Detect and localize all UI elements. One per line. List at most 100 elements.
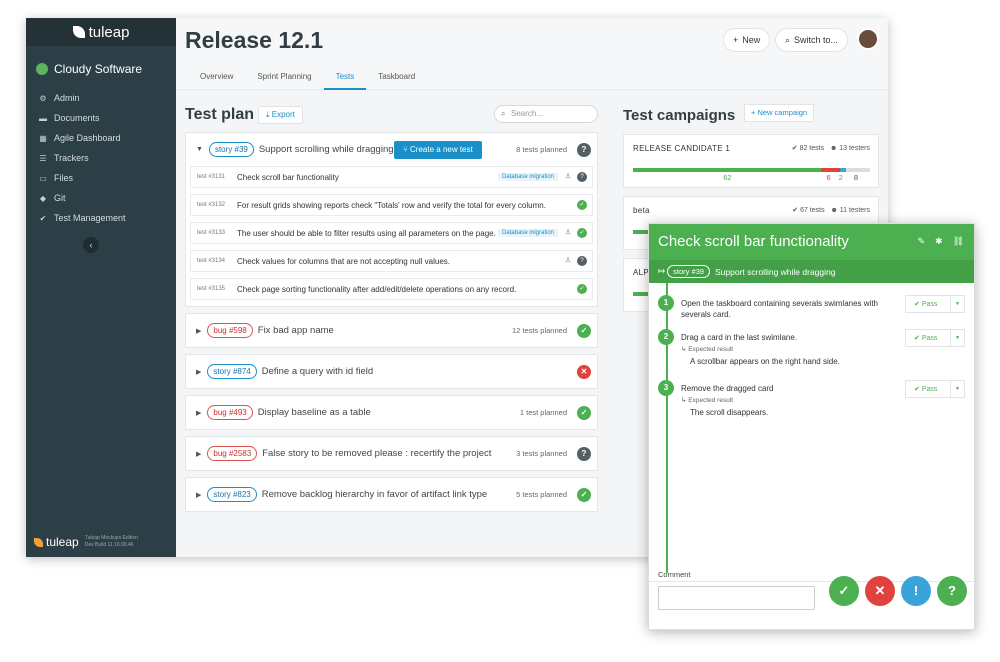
step-description: Drag a card in the last swimlane. [681, 333, 798, 342]
check-icon: ✔ [791, 145, 800, 152]
test-id: test #3132 [197, 202, 226, 208]
backlog-item-header[interactable]: ▼ story #39 Support scrolling while drag… [186, 133, 597, 166]
tab-sprint-planning[interactable]: Sprint Planning [245, 68, 323, 90]
panel-header: Check scroll bar functionality ✎ ✱ ⛓ [649, 224, 974, 260]
sidebar-item-admin[interactable]: ⚙ Admin [26, 88, 176, 108]
status-pass-icon: ✓ [577, 200, 587, 210]
item-badge[interactable]: story #874 [207, 364, 257, 379]
bug-icon[interactable]: ✱ [935, 236, 943, 247]
new-campaign-button[interactable]: + New campaign [744, 104, 815, 122]
project-name[interactable]: Cloudy Software [26, 46, 176, 84]
caret-right-icon[interactable]: ▶ [196, 491, 201, 499]
backlog-item-header[interactable]: ▶ story #823 Remove backlog hierarchy in… [186, 478, 597, 511]
test-row[interactable]: test #3133 The user should be able to fi… [190, 222, 593, 244]
sidebar-item-label: Git [54, 193, 66, 203]
tab-tests[interactable]: Tests [323, 68, 367, 90]
link-icon[interactable]: ⛓ [953, 236, 964, 247]
sidebar-menu: ⚙ Admin ▬ Documents ▦ Agile Dashboard ☰ Trac… [26, 84, 176, 228]
status-pass-icon: ✓ [577, 228, 587, 238]
sidebar-item-label: Trackers [54, 153, 89, 163]
sidebar-item-trackers[interactable]: ☰ Trackers [26, 148, 176, 168]
sidebar-item-test-management[interactable]: ✔ Test Management [26, 208, 176, 228]
caret-right-icon[interactable]: ▶ [196, 368, 201, 376]
caret-right-icon[interactable]: ▶ [196, 450, 201, 458]
tab-overview[interactable]: Overview [188, 68, 245, 90]
caret-down-icon[interactable]: ▼ [950, 330, 964, 346]
item-badge[interactable]: bug #2583 [207, 446, 258, 461]
pass-label: ✔ Pass [906, 385, 950, 393]
step-pass-button[interactable]: ✔ Pass ▼ [905, 329, 965, 347]
steps-timeline [666, 283, 668, 573]
sidebar-logo[interactable]: tuleap [26, 18, 176, 46]
status-pass-icon: ✓ [577, 323, 591, 338]
sidebar-item-agile-dashboard[interactable]: ▦ Agile Dashboard [26, 128, 176, 148]
branch-icon: ⑂ [403, 145, 411, 154]
export-button[interactable]: ⤓ Export [258, 106, 303, 124]
caret-right-icon[interactable]: ▶ [196, 327, 201, 335]
item-badge[interactable]: bug #493 [207, 405, 253, 420]
step-number: 2 [658, 329, 674, 345]
step-pass-button[interactable]: ✔ Pass ▼ [905, 380, 965, 398]
panel-story-link[interactable]: ↦ story #39 Support scrolling while drag… [649, 260, 974, 283]
backlog-item-header[interactable]: ▶ bug #493 Display baseline as a table 1… [186, 396, 597, 429]
arrow-icon: ↦ [658, 266, 666, 276]
campaign-tests: 67 tests [800, 207, 825, 214]
caret-down-icon[interactable]: ▼ [950, 296, 964, 312]
step-pass-button[interactable]: ✔ Pass ▼ [905, 295, 965, 313]
item-badge[interactable]: bug #598 [207, 323, 253, 338]
backlog-item-card[interactable]: ▶ story #823 Remove backlog hierarchy in… [185, 477, 598, 512]
test-plan-section: Test plan ⤓ Export ⌕ Search... ▼ story #3… [185, 104, 598, 518]
test-row[interactable]: test #3135 Check page sorting functional… [190, 278, 593, 300]
footer-logo-text: tuleap [46, 535, 79, 549]
test-id: test #3131 [197, 174, 226, 180]
backlog-item-card[interactable]: ▶ bug #2583 False story to be removed pl… [185, 436, 598, 471]
backlog-item-header[interactable]: ▶ bug #598 Fix bad app name 12 tests pla… [186, 314, 597, 347]
pencil-icon[interactable]: ✎ [917, 236, 925, 247]
folder-icon: ▬ [39, 113, 47, 123]
page-title: Release 12.1 [185, 27, 324, 53]
sidebar-item-documents[interactable]: ▬ Documents [26, 108, 176, 128]
backlog-item-card[interactable]: ▶ bug #493 Display baseline as a table 1… [185, 395, 598, 430]
caret-down-icon[interactable]: ▼ [950, 381, 964, 397]
story-badge[interactable]: story #39 [667, 265, 710, 278]
test-row[interactable]: test #3132 For result grids showing repo… [190, 194, 593, 216]
backlog-item-header[interactable]: ▶ story #874 Define a query with id fiel… [186, 355, 597, 388]
search-input[interactable]: ⌕ Search... [494, 105, 598, 123]
mark-failed-button[interactable]: ✕ [865, 576, 895, 606]
comment-label: Comment [658, 570, 691, 579]
pass-text: Pass [921, 301, 938, 308]
campaign-card[interactable]: RELEASE CANDIDATE 1 ✔ 82 tests ☻ 13 test… [623, 134, 879, 188]
test-row[interactable]: test #3131 Check scroll bar functionalit… [190, 166, 593, 188]
backlog-item-card[interactable]: ▶ bug #598 Fix bad app name 12 tests pla… [185, 313, 598, 348]
expected-label-text: Expected result [688, 346, 734, 353]
export-label: Export [271, 110, 295, 119]
progress-labels: 62 6 2 8 [633, 173, 870, 183]
create-test-button[interactable]: ⑂ Create a new test [394, 141, 482, 159]
switch-to-button[interactable]: ⌕ Switch to... [775, 28, 849, 52]
test-execution-panel: Check scroll bar functionality ✎ ✱ ⛓ ↦ s… [648, 223, 975, 630]
check-icon: ✔ [39, 213, 47, 223]
comment-input[interactable] [658, 586, 815, 610]
backlog-item-card: ▼ story #39 Support scrolling while drag… [185, 132, 598, 307]
new-button[interactable]: + New [723, 28, 771, 52]
avatar[interactable] [857, 28, 879, 50]
collapse-sidebar-button[interactable]: ‹ [83, 237, 99, 253]
mark-notrun-button[interactable]: ? [937, 576, 967, 606]
item-badge[interactable]: story #823 [207, 487, 257, 502]
step-description: Open the taskboard containing severals s… [681, 299, 878, 319]
tests-planned: 1 test planned [519, 408, 567, 417]
check-icon: ✔ [914, 301, 922, 308]
mark-blocked-button[interactable]: ! [901, 576, 931, 606]
tab-taskboard[interactable]: Taskboard [366, 68, 427, 90]
backlog-item-card[interactable]: ▶ story #874 Define a query with id fiel… [185, 354, 598, 389]
sidebar-item-git[interactable]: ◆ Git [26, 188, 176, 208]
test-row[interactable]: test #3134 Check values for columns that… [190, 250, 593, 272]
footer-build: Dev Build 11.16.99.46 [84, 542, 134, 548]
caret-down-icon[interactable]: ▼ [196, 146, 203, 153]
sidebar-item-files[interactable]: ▭ Files [26, 168, 176, 188]
backlog-item-header[interactable]: ▶ bug #2583 False story to be removed pl… [186, 437, 597, 470]
mark-passed-button[interactable]: ✓ [829, 576, 859, 606]
campaign-meta: ✔ 67 tests ☻ 11 testers [792, 206, 870, 214]
caret-right-icon[interactable]: ▶ [196, 409, 201, 417]
item-badge[interactable]: story #39 [208, 142, 254, 157]
